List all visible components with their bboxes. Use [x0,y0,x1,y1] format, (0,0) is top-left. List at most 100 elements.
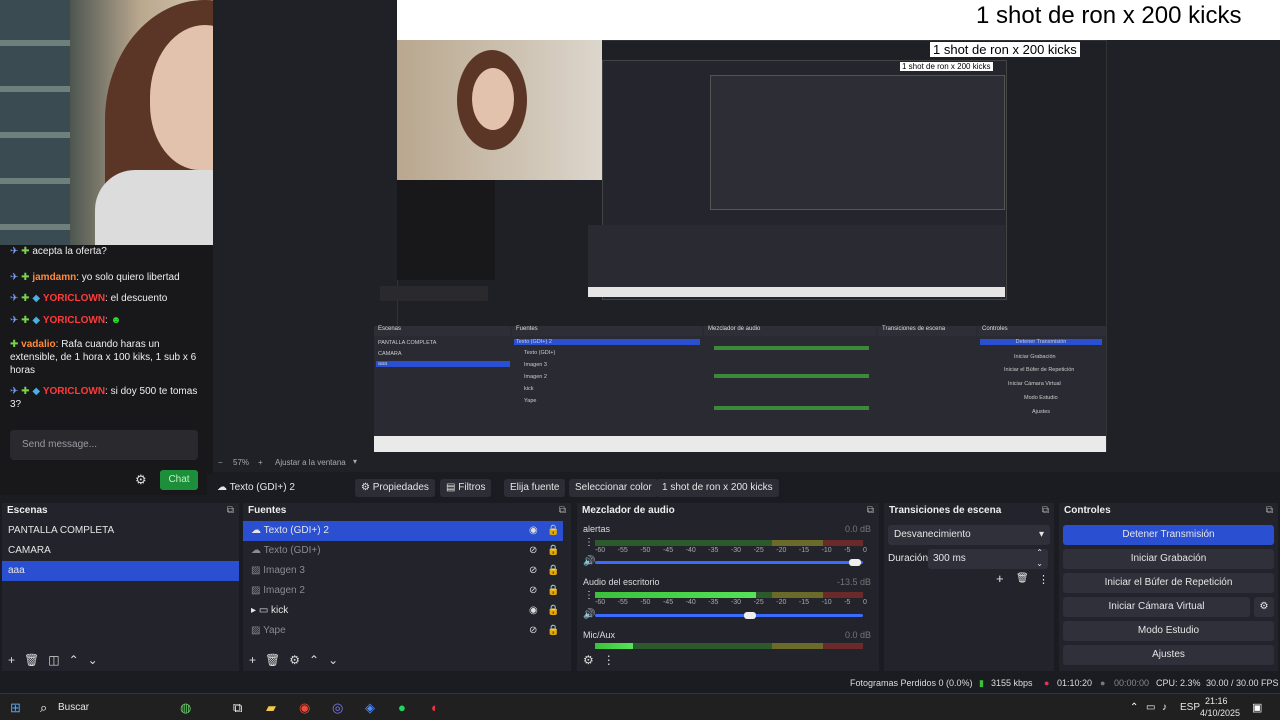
lock-icon[interactable]: 🔒 [547,541,559,561]
chevron-down-icon[interactable]: ▾ [353,457,357,466]
chevron-down-icon[interactable]: ⌄ [328,653,338,667]
trash-icon[interactable]: 🗑 [24,653,39,667]
network-icon[interactable]: ▭ [1146,698,1155,718]
taskbar-search[interactable]: Buscar [58,702,89,713]
stop-streaming-button[interactable]: Detener Transmisión [1063,525,1274,545]
eye-hidden-icon[interactable]: ⊘ [529,541,537,561]
chevron-up-icon[interactable]: ⌃ [309,653,319,667]
filter-icon[interactable]: ◫ [48,653,59,667]
volume-slider[interactable] [595,559,863,566]
discord-icon[interactable]: ◎ [332,698,343,718]
audio-mixer-dock: Mezclador de audio ⧉ alertas 0.0 dB ⋮ -60… [577,503,879,671]
scale-tick: -45 [662,547,674,554]
trash-icon[interactable]: 🗑 [265,653,280,667]
properties-button[interactable]: ⚙ Propiedades [355,479,435,497]
lock-icon[interactable]: 🔒 [547,581,559,601]
speaker-icon[interactable]: 🔊 [583,556,595,567]
kebab-menu-icon[interactable]: ⋮ [603,653,615,667]
lock-icon[interactable]: 🔒 [547,521,559,541]
clock-date[interactable]: 4/10/2025 [1200,708,1240,718]
add-icon[interactable]: + [8,653,15,667]
filters-button[interactable]: ▤ Filtros [440,479,492,497]
add-icon[interactable]: + [996,571,1004,586]
chevron-down-icon[interactable]: ⌄ [88,653,98,667]
chat-message: ✈ ✚ jamdamn: yo solo quiero libertad [10,272,180,283]
chevron-right-icon[interactable]: ▸ [251,605,256,616]
nested-taskbar [374,436,1106,452]
select-color-button[interactable]: Seleccionar color [569,479,658,497]
tray-chevron-icon[interactable]: ⌃ [1130,698,1138,718]
add-icon[interactable]: + [249,653,256,667]
scale-tick: -5 [844,547,851,554]
text-value-field[interactable]: 1 shot de ron x 200 kicks [656,479,779,497]
eye-icon[interactable]: ◉ [529,521,538,541]
lock-icon[interactable]: 🔒 [547,621,559,641]
kebab-menu-icon[interactable]: ⋮ [584,537,594,548]
trash-icon[interactable]: 🗑 [1016,573,1029,584]
source-item[interactable]: ☁ Texto (GDI+) 2 ◉ 🔒 [243,521,563,541]
undock-icon[interactable]: ⧉ [1266,505,1273,516]
source-group-item[interactable]: ▸ ▭ kick ◉ 🔒 [243,601,571,621]
widget-icon[interactable]: ◍ [180,698,191,718]
notifications-icon[interactable]: ▣ [1252,698,1262,718]
duration-input[interactable]: 300 ms ⌃ ⌄ [928,547,1048,569]
volume-slider[interactable] [595,612,863,619]
eye-hidden-icon[interactable]: ⊘ [529,621,537,641]
task-view-icon[interactable]: ⧉ [233,698,242,718]
start-replay-buffer-button[interactable]: Iniciar el Búfer de Repetición [1063,573,1274,593]
vscode-icon[interactable]: ◈ [365,698,375,718]
windows-start-icon[interactable]: ⊞ [10,698,21,718]
scene-item-selected[interactable]: aaa [2,561,239,581]
zoom-in-button[interactable]: + [258,458,263,467]
eye-icon[interactable]: ◉ [529,601,538,621]
source-item[interactable]: ▨ Imagen 3 ⊘ 🔒 [243,561,571,581]
source-item[interactable]: ▨ Yape ⊘ 🔒 [243,621,571,641]
lock-icon[interactable]: 🔒 [547,601,559,621]
scene-item[interactable]: CAMARA [2,541,239,561]
scene-item[interactable]: PANTALLA COMPLETA [2,521,239,541]
speaker-icon[interactable]: 🔊 [583,609,595,620]
eye-hidden-icon[interactable]: ⊘ [529,561,537,581]
file-explorer-icon[interactable]: ▰ [266,698,276,718]
zoom-out-button[interactable]: − [218,458,223,467]
mixer-channel-db: 0.0 dB [844,630,871,640]
scale-tick: -10 [821,599,832,606]
studio-mode-button[interactable]: Modo Estudio [1063,621,1274,641]
settings-button[interactable]: Ajustes [1063,645,1274,665]
start-virtual-camera-button[interactable]: Iniciar Cámara Virtual [1063,597,1250,617]
transition-select[interactable]: Desvanecimiento ▾ [888,525,1050,545]
search-icon[interactable]: ⌕ [40,698,47,718]
mixer-channel-db: -13.5 dB [836,577,871,587]
undock-icon[interactable]: ⧉ [867,505,874,516]
lock-icon[interactable]: 🔒 [547,561,559,581]
kebab-menu-icon[interactable]: ⋮ [584,590,594,601]
spotify-icon[interactable]: ● [398,698,406,718]
duration-label: Duración [888,553,929,564]
volume-slider-knob [848,559,861,566]
gear-icon[interactable]: ⚙ [289,653,300,667]
advanced-audio-gear-icon[interactable]: ⚙ [583,653,594,667]
obs-icon[interactable]: ◐ [431,698,439,718]
volume-icon[interactable]: ♪ [1162,698,1167,718]
input-language[interactable]: ESP [1180,702,1200,713]
spinner-icon[interactable]: ⌃ ⌄ [1036,547,1043,569]
source-item[interactable]: ▨ Imagen 2 ⊘ 🔒 [243,581,571,601]
clock-time[interactable]: 21:16 [1205,696,1228,706]
start-recording-button[interactable]: Iniciar Grabación [1063,549,1274,569]
undock-icon[interactable]: ⧉ [1042,505,1049,516]
eye-hidden-icon[interactable]: ⊘ [529,581,537,601]
undock-icon[interactable]: ⧉ [227,505,234,516]
chat-settings-gear-icon[interactable]: ⚙ [135,472,149,487]
chrome-icon[interactable]: ◉ [299,698,310,718]
choose-font-button[interactable]: Elija fuente [504,479,566,497]
chevron-up-icon[interactable]: ⌃ [69,653,79,667]
chevron-down-icon: ▾ [1038,529,1044,540]
chat-message: ✚ vadalio: Rafa cuando haras un extensib… [10,339,197,376]
virtual-camera-settings-gear-icon[interactable]: ⚙ [1254,597,1274,617]
source-item[interactable]: ☁ Texto (GDI+) ⊘ 🔒 [243,541,571,561]
chat-button[interactable]: Chat [160,470,198,490]
chat-send-input[interactable]: Send message... [10,430,198,460]
undock-icon[interactable]: ⧉ [559,505,566,516]
kebab-menu-icon[interactable]: ⋮ [1038,573,1049,586]
fit-to-window-select[interactable]: Ajustar a la ventana [275,458,346,467]
